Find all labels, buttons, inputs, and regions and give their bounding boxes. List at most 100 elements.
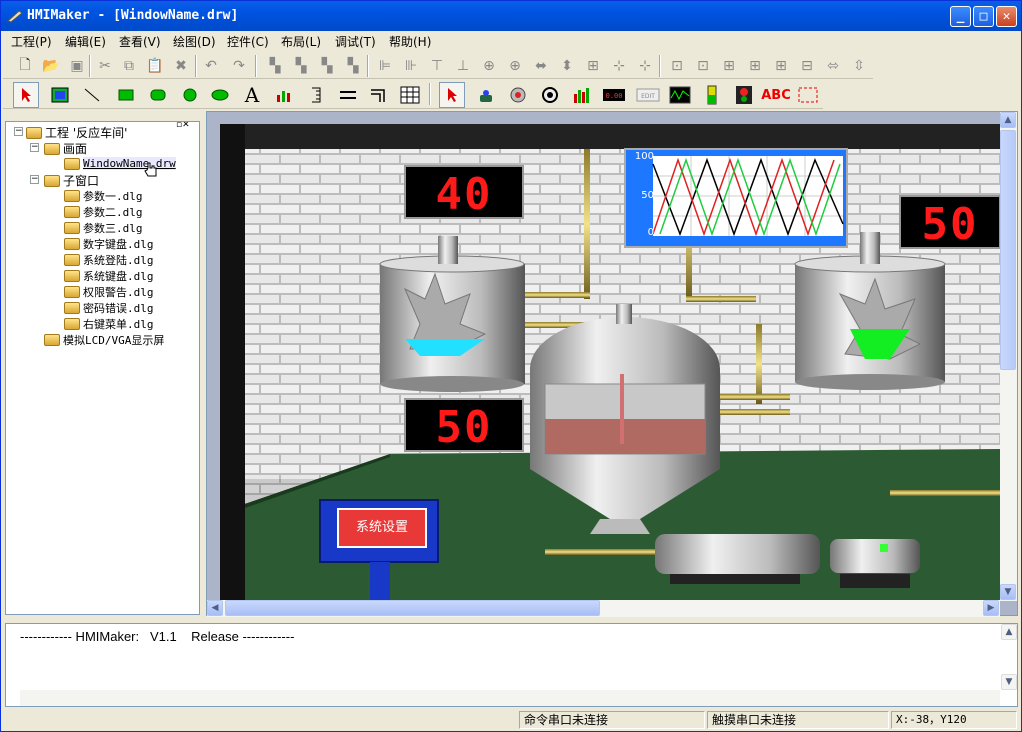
indicator-control-icon[interactable] <box>537 82 563 108</box>
tree-subwindow-item[interactable]: 参数三.dlg <box>64 220 143 236</box>
tree-subwindow-item[interactable]: 系统登陆.dlg <box>64 252 154 268</box>
new-file-icon[interactable]: 🗋 <box>15 56 35 76</box>
rounded-rect-tool-icon[interactable] <box>145 82 171 108</box>
canvas-horizontal-scrollbar[interactable]: ◀ ▶ <box>207 600 1000 617</box>
line-tool-icon[interactable] <box>79 82 105 108</box>
menu-layout[interactable]: 布局(L) <box>281 33 321 50</box>
same-height-icon[interactable]: ⬍ <box>557 56 577 76</box>
abc-text-tool-icon[interactable]: ABC <box>761 82 791 108</box>
tree-subwindow-item[interactable]: 数字键盘.dlg <box>64 236 154 252</box>
tree-subwindow-item[interactable]: 系统键盘.dlg <box>64 268 154 284</box>
forward-icon[interactable]: ▚ <box>317 56 337 76</box>
open-folder-icon[interactable]: 📂 <box>41 56 61 76</box>
send-back-icon[interactable]: ▚ <box>291 56 311 76</box>
menu-controls[interactable]: 控件(C) <box>227 33 269 50</box>
paste-icon[interactable]: 📋 <box>145 56 165 76</box>
center-h-icon[interactable]: ⊹ <box>609 56 629 76</box>
vertical-scroll-thumb[interactable] <box>1000 130 1016 370</box>
corner-pipe-tool-icon[interactable] <box>365 82 391 108</box>
output-scroll-up-icon[interactable]: ▲ <box>1001 624 1017 640</box>
project-tree-panel: ▫✕ − 工程 '反应车间' − 画面 WindowName.drw − 子窗口… <box>5 121 200 615</box>
output-scroll-down-icon[interactable]: ▼ <box>1001 674 1017 690</box>
scroll-down-icon[interactable]: ▼ <box>1000 584 1016 600</box>
delete-icon[interactable]: ✖ <box>171 56 191 76</box>
scale-tool-icon[interactable] <box>303 82 329 108</box>
select-pointer-icon[interactable] <box>13 82 39 108</box>
scroll-up-icon[interactable]: ▲ <box>1000 112 1016 128</box>
tree-subwindow-folder[interactable]: 子窗口 <box>44 172 99 188</box>
distribute-icon[interactable]: ⊞ <box>771 56 791 76</box>
copy-icon[interactable]: ⧉ <box>119 56 139 76</box>
tree-screens-folder[interactable]: 画面 <box>44 140 87 156</box>
space-h-icon[interactable]: ⊡ <box>667 56 687 76</box>
menu-edit[interactable]: 编辑(E) <box>65 33 106 50</box>
same-width-icon[interactable]: ⬌ <box>531 56 551 76</box>
cut-icon[interactable]: ✂ <box>95 56 115 76</box>
edit-box-icon[interactable]: EDIT <box>635 82 661 108</box>
align-bottom-icon[interactable]: ⊥ <box>453 56 473 76</box>
tree-lcd-node[interactable]: 模拟LCD/VGA显示屏 <box>44 332 164 348</box>
same-size-icon[interactable]: ⊞ <box>583 56 603 76</box>
trend-control-icon[interactable] <box>667 82 693 108</box>
scroll-left-icon[interactable]: ◀ <box>207 600 223 616</box>
align-left-icon[interactable]: ⊫ <box>375 56 395 76</box>
scroll-right-icon[interactable]: ▶ <box>983 600 999 616</box>
tree-subwindow-item[interactable]: 权限警告.dlg <box>64 284 154 300</box>
align-center-icon[interactable]: ⊕ <box>479 56 499 76</box>
system-settings-button[interactable]: 系统设置 <box>338 509 426 547</box>
space-v-icon[interactable]: ⊡ <box>693 56 713 76</box>
tree-expand-subwindows[interactable]: − <box>30 175 39 184</box>
knob-control-icon[interactable] <box>505 82 531 108</box>
canvas-vertical-scrollbar[interactable]: ▲ ▼ <box>1000 112 1017 601</box>
circle-tool-icon[interactable] <box>177 82 203 108</box>
menu-project[interactable]: 工程(P) <box>11 33 52 50</box>
output-horizontal-scrollbar[interactable] <box>20 690 1000 706</box>
tree-subwindow-item[interactable]: 参数一.dlg <box>64 188 143 204</box>
hmi-scene <box>220 124 1000 600</box>
area-select-icon[interactable] <box>795 82 821 108</box>
center-v-icon[interactable]: ⊹ <box>635 56 655 76</box>
stretch-h-icon[interactable]: ⬄ <box>823 56 843 76</box>
picture-tool-icon[interactable] <box>47 82 73 108</box>
text-tool-icon[interactable]: A <box>239 82 265 108</box>
pipe-tool-icon[interactable] <box>335 82 361 108</box>
tree-subwindow-item[interactable]: 密码错误.dlg <box>64 300 154 316</box>
level-control-icon[interactable] <box>699 82 725 108</box>
bar-graph-tool-icon[interactable] <box>271 82 297 108</box>
minimize-button[interactable]: _ <box>950 6 971 27</box>
redo-icon[interactable]: ↷ <box>229 56 249 76</box>
menu-view[interactable]: 查看(V) <box>119 33 161 50</box>
control-pointer-icon[interactable] <box>439 82 465 108</box>
button-control-icon[interactable] <box>473 82 499 108</box>
horizontal-scroll-thumb[interactable] <box>225 600 600 616</box>
chart-control-icon[interactable] <box>569 82 595 108</box>
close-button[interactable]: ✕ <box>996 6 1017 27</box>
maximize-button[interactable]: □ <box>973 6 994 27</box>
stretch-v-icon[interactable]: ⇳ <box>849 56 869 76</box>
backward-icon[interactable]: ▚ <box>343 56 363 76</box>
numeric-display-icon[interactable]: 0.00 <box>601 82 627 108</box>
panel-pin-icon[interactable]: ▫✕ <box>176 122 190 130</box>
tree-subwindow-item[interactable]: 右键菜单.dlg <box>64 316 154 332</box>
tree-expand-root[interactable]: − <box>14 127 23 136</box>
bring-front-icon[interactable]: ▚ <box>265 56 285 76</box>
menu-draw[interactable]: 绘图(D) <box>173 33 216 50</box>
tree-expand-screens[interactable]: − <box>30 143 39 152</box>
tree-subwindow-item[interactable]: 参数二.dlg <box>64 204 143 220</box>
undo-icon[interactable]: ↶ <box>201 56 221 76</box>
tree-root[interactable]: 工程 '反应车间' <box>26 124 127 140</box>
menu-debug[interactable]: 调试(T) <box>335 33 376 50</box>
menu-help[interactable]: 帮助(H) <box>389 33 431 50</box>
align-right-icon[interactable]: ⊪ <box>401 56 421 76</box>
snap-icon[interactable]: ⊞ <box>745 56 765 76</box>
save-all-icon[interactable]: ▣ <box>67 56 87 76</box>
align-top-icon[interactable]: ⊤ <box>427 56 447 76</box>
flip-h-icon[interactable]: ⊟ <box>797 56 817 76</box>
align-middle-icon[interactable]: ⊕ <box>505 56 525 76</box>
rectangle-tool-icon[interactable] <box>113 82 139 108</box>
traffic-light-icon[interactable] <box>731 82 757 108</box>
table-tool-icon[interactable] <box>397 82 423 108</box>
ellipse-tool-icon[interactable] <box>207 82 233 108</box>
grid-icon[interactable]: ⊞ <box>719 56 739 76</box>
tree-screen-file[interactable]: WindowName.drw <box>64 156 176 177</box>
